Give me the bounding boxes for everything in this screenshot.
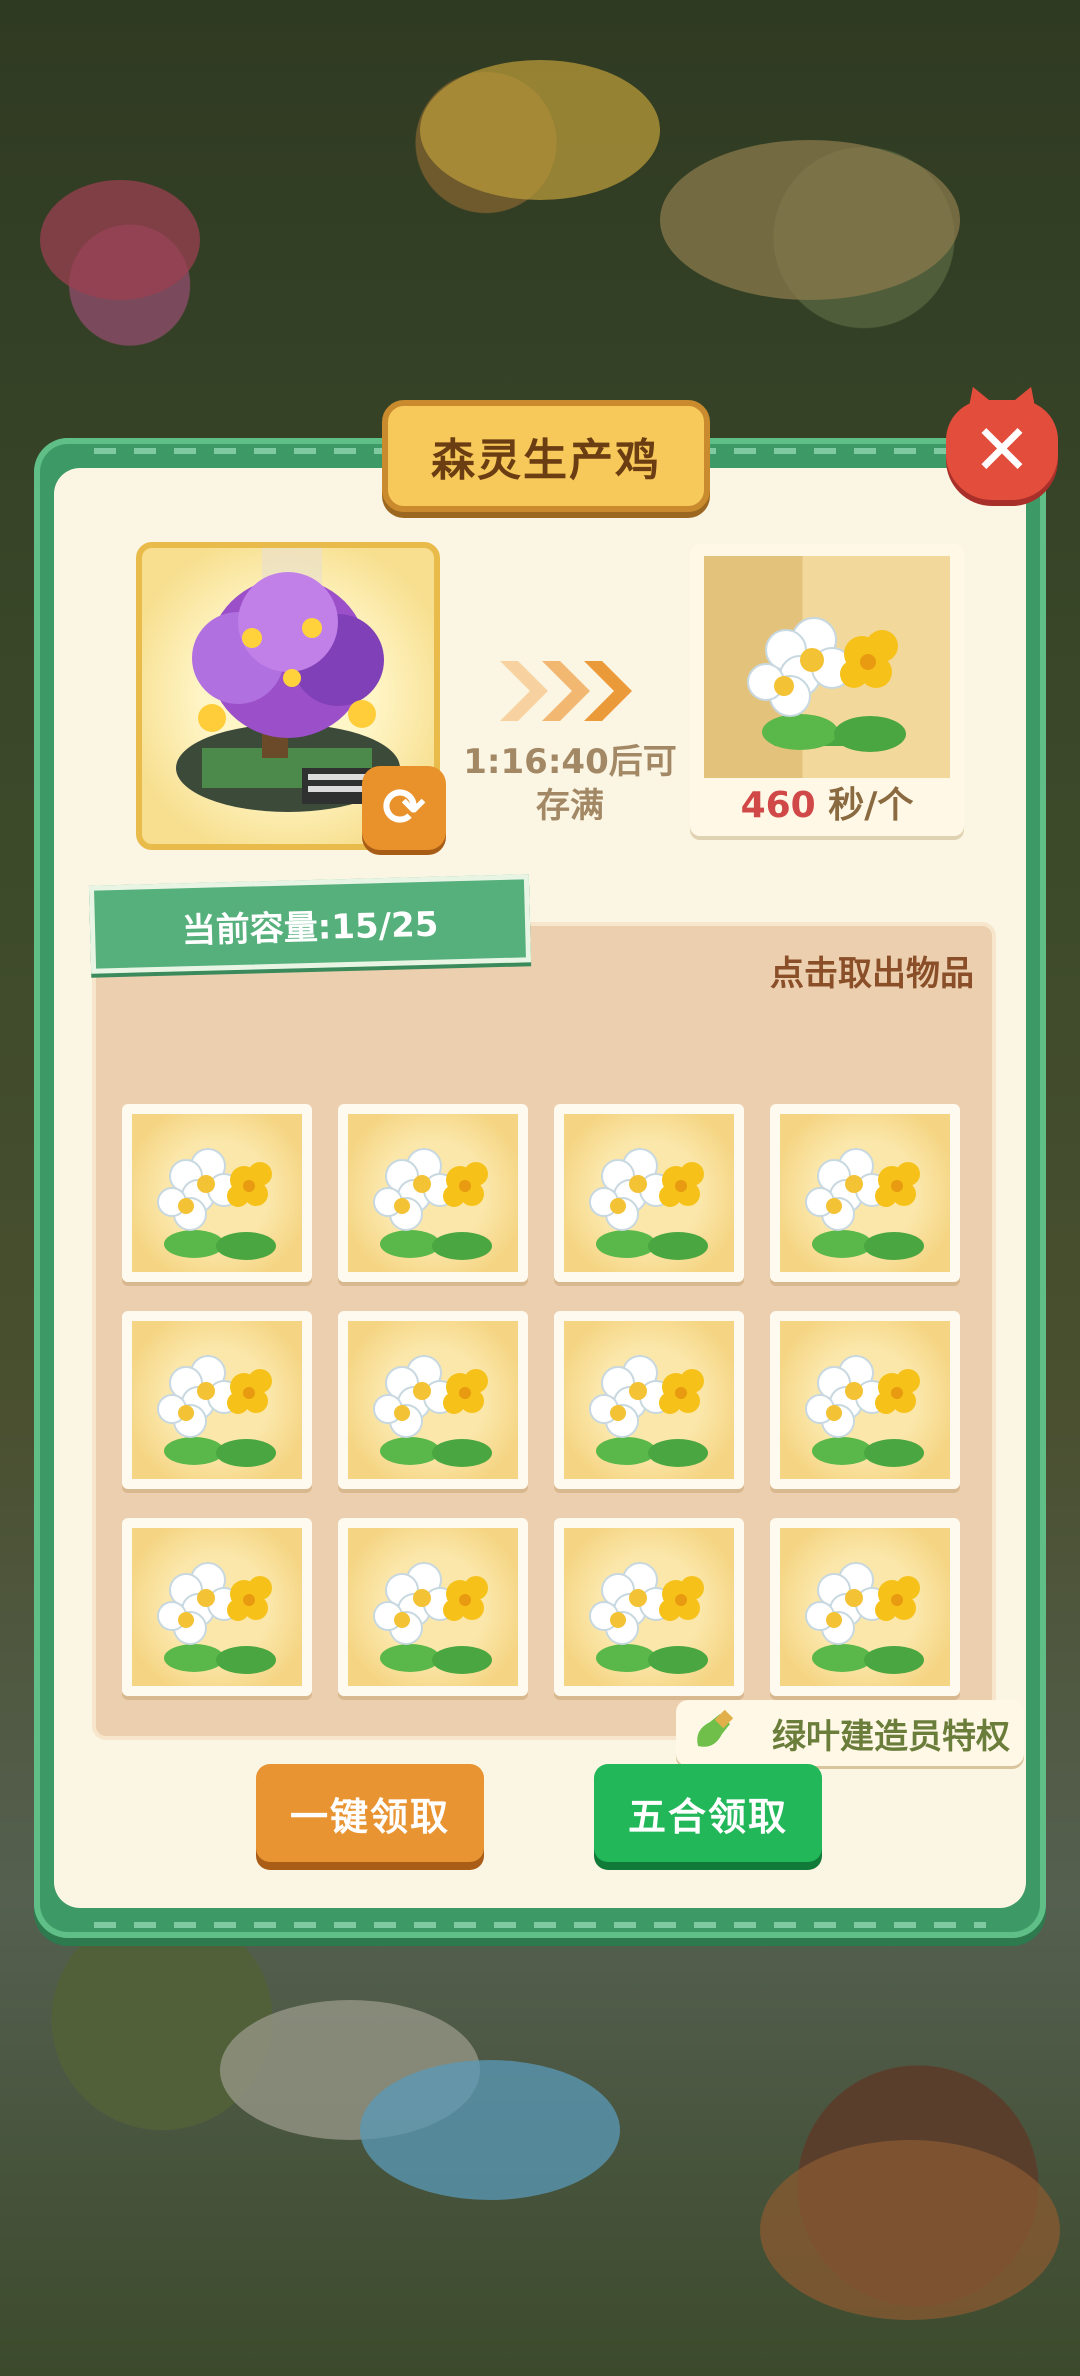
background-scenery [660,140,960,300]
storage-slot[interactable] [770,1104,960,1282]
slot-background [348,1321,518,1479]
collect-all-label: 一键领取 [289,1794,450,1839]
slot-background [780,1321,950,1479]
background-scenery [420,60,660,200]
slot-background [132,1114,302,1272]
close-button[interactable]: ✕ [946,400,1058,500]
close-icon: ✕ [972,409,1032,491]
slot-background [780,1114,950,1272]
merge-collect-button[interactable]: 五合领取 [594,1764,822,1862]
brush-icon [697,1710,734,1747]
flower-icon [157,1562,276,1674]
flower-icon [805,1148,924,1260]
background-scenery [40,180,200,300]
storage-slot[interactable] [122,1311,312,1489]
fill-timer-text: 1:16:40后可存满 [463,742,677,826]
background-scenery [760,2140,1060,2320]
storage-slot[interactable] [338,1518,528,1696]
flower-icon [805,1355,924,1467]
refresh-button[interactable]: ⟳ [362,766,446,850]
storage-slot[interactable] [122,1104,312,1282]
storage-slot[interactable] [338,1104,528,1282]
flower-icon [747,617,906,752]
chevron-right-icon [500,661,632,721]
flower-icon [373,1148,492,1260]
storage-slot[interactable] [770,1518,960,1696]
slot-background [348,1114,518,1272]
refresh-icon: ⟳ [382,778,426,838]
storage-slot[interactable] [554,1518,744,1696]
production-rate: 460 秒/个 [690,776,964,828]
slot-background [132,1528,302,1686]
slot-background [564,1528,734,1686]
flower-icon [373,1355,492,1467]
storage-slot[interactable] [554,1104,744,1282]
storage-slot[interactable] [770,1311,960,1489]
flower-icon [157,1148,276,1260]
slot-background [780,1528,950,1686]
flower-icon [805,1562,924,1674]
collect-all-button[interactable]: 一键领取 [256,1764,484,1862]
storage-slot[interactable] [338,1311,528,1489]
flower-icon [589,1148,708,1260]
slot-background [564,1114,734,1272]
flower-icon [589,1562,708,1674]
storage-slot[interactable] [122,1518,312,1696]
merge-collect-label: 五合领取 [627,1794,788,1839]
dialog-title: 森灵生产鸡 [382,400,710,512]
capacity-label: 当前容量:15/25 [88,874,532,974]
bottom-dash-border [94,1922,986,1928]
slot-background [564,1321,734,1479]
flower-icon [157,1355,276,1467]
flower-icon [589,1355,708,1467]
slot-background [348,1528,518,1686]
flower-icon [373,1562,492,1674]
privilege-tag: 绿叶建造员特权 [676,1700,1024,1782]
privilege-label: 绿叶建造员特权 [772,1716,1010,1757]
rate-value: 460 [740,785,816,826]
product-image [704,556,950,778]
background-scenery [360,2060,620,2200]
storage-hint: 点击取出物品 [770,954,974,994]
rate-unit: 秒/个 [828,785,914,826]
storage-slot[interactable] [554,1311,744,1489]
product-card: 460 秒/个 [690,544,964,836]
slot-background [132,1321,302,1479]
